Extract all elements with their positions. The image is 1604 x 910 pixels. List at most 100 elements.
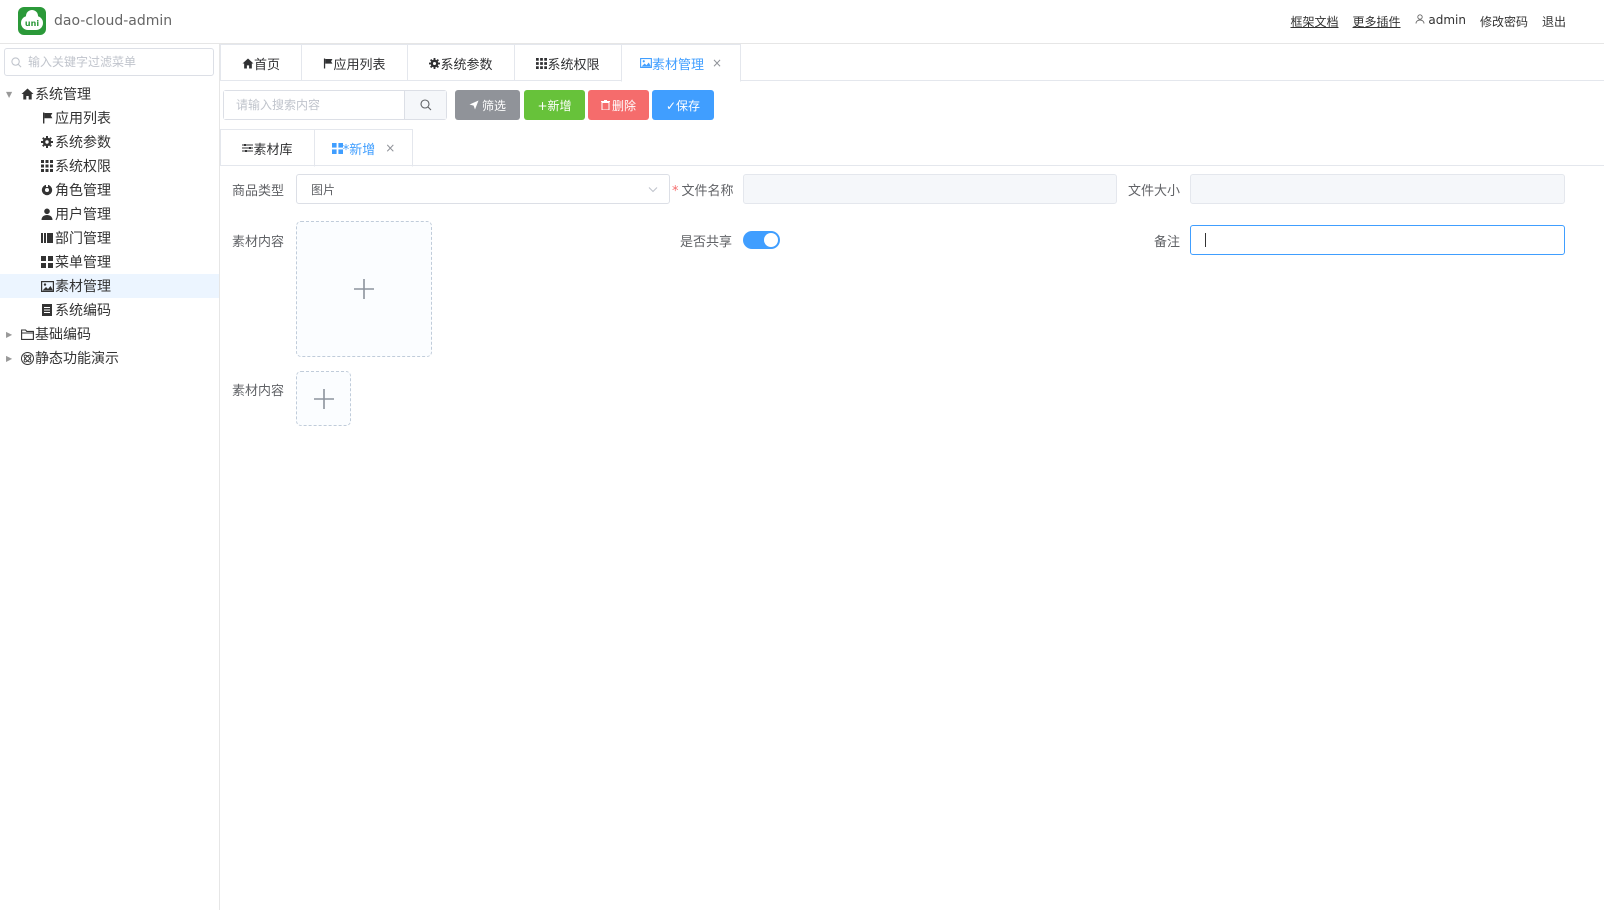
logo-text: uni xyxy=(24,18,40,28)
tab-label: 素材管理 xyxy=(651,57,704,73)
home-icon xyxy=(242,57,254,69)
tree-item-role-management[interactable]: 角色管理 xyxy=(0,178,219,202)
tab-label: 系统权限 xyxy=(547,57,600,73)
tree-item-label: 系统参数 xyxy=(55,135,111,151)
button-label: 删除 xyxy=(611,98,636,113)
search-icon xyxy=(11,56,22,67)
search-icon xyxy=(419,99,431,111)
menu-filter-box xyxy=(4,48,214,76)
tree-item-material-management[interactable]: 素材管理 xyxy=(0,274,219,298)
button-label: +新增 xyxy=(537,98,572,113)
caret-right-icon[interactable]: ▶ xyxy=(6,354,20,363)
tab-system-params[interactable]: 系统参数 xyxy=(407,44,515,81)
tree-item-system-params[interactable]: 系统参数 xyxy=(0,130,219,154)
gear-icon xyxy=(429,57,441,69)
caret-down-icon[interactable]: ▼ xyxy=(6,90,20,99)
select-value: 图片 xyxy=(311,182,336,197)
sub-tab-bar: 素材库 *新增 × xyxy=(220,129,1604,167)
tab-label: 首页 xyxy=(253,57,280,73)
text-cursor xyxy=(1205,233,1206,247)
department-icon xyxy=(40,231,54,245)
required-mark: * xyxy=(672,184,679,199)
tree-item-user-management[interactable]: 用户管理 xyxy=(0,202,219,226)
tab-material-library[interactable]: 素材库 xyxy=(220,129,315,166)
sidebar: ▼ 系统管理 应用列表 系统参数 系统权限 角色管理 用户管理 部门管理 xyxy=(0,44,220,910)
share-label: 是否共享 xyxy=(680,235,733,250)
app-title: dao-cloud-admin xyxy=(54,13,173,29)
tree-item-system-permissions[interactable]: 系统权限 xyxy=(0,154,219,178)
trash-icon xyxy=(600,100,610,110)
button-label: ✓保存 xyxy=(665,98,701,113)
tab-label: 应用列表 xyxy=(333,57,386,73)
top-links: 框架文档 更多插件 admin 修改密码 退出 xyxy=(1291,13,1567,30)
search-button[interactable] xyxy=(404,91,446,119)
tree-item-department-management[interactable]: 部门管理 xyxy=(0,226,219,250)
tree-item-app-list[interactable]: 应用列表 xyxy=(0,106,219,130)
remark-input[interactable] xyxy=(1190,225,1565,255)
cloud-logo-icon: uni xyxy=(21,10,43,30)
tab-app-list[interactable]: 应用列表 xyxy=(301,44,408,81)
tab-material-management[interactable]: 素材管理 × xyxy=(621,44,741,82)
file-name-input[interactable] xyxy=(743,174,1117,204)
filter-button[interactable]: 筛选 xyxy=(455,90,520,120)
search-input[interactable] xyxy=(224,91,404,119)
top-header: uni dao-cloud-admin 框架文档 更多插件 admin 修改密码… xyxy=(0,0,1604,44)
close-icon[interactable]: × xyxy=(385,141,395,155)
chevron-down-icon xyxy=(648,187,658,193)
doc-icon xyxy=(40,303,54,317)
tab-system-permissions[interactable]: 系统权限 xyxy=(514,44,622,81)
grid-icon xyxy=(331,142,343,154)
send-icon xyxy=(469,100,479,110)
search-box xyxy=(223,90,447,120)
change-password-link[interactable]: 修改密码 xyxy=(1480,13,1528,30)
logout-link[interactable]: 退出 xyxy=(1542,13,1566,30)
tree-item-system-management[interactable]: ▼ 系统管理 xyxy=(0,82,219,106)
tab-label: 系统参数 xyxy=(440,57,493,73)
material-content-label: 素材内容 xyxy=(232,235,285,250)
close-icon[interactable]: × xyxy=(712,56,722,70)
tree-item-label: 系统管理 xyxy=(35,87,91,103)
tree-item-label: 基础编码 xyxy=(35,327,91,343)
grid-icon xyxy=(536,57,548,69)
menu-grid-icon xyxy=(40,255,54,269)
file-name-label-text: 文件名称 xyxy=(681,184,734,199)
image-icon xyxy=(40,279,54,293)
product-type-select[interactable]: 图片 xyxy=(296,174,670,204)
tree-item-label: 素材管理 xyxy=(55,279,111,295)
menu-filter-input[interactable] xyxy=(28,55,208,69)
tab-home[interactable]: 首页 xyxy=(220,44,302,81)
tree-item-label: 角色管理 xyxy=(55,183,111,199)
add-button[interactable]: +新增 xyxy=(524,90,585,120)
tree-item-base-code[interactable]: ▶ 基础编码 xyxy=(0,322,219,346)
main-tab-bar: 首页 应用列表 系统参数 系统权限 素材管理 × xyxy=(220,44,1604,82)
user-icon xyxy=(1415,14,1424,24)
file-size-input[interactable] xyxy=(1190,174,1565,204)
tree-item-label: 应用列表 xyxy=(55,111,111,127)
caret-right-icon[interactable]: ▶ xyxy=(6,330,20,339)
user-menu[interactable]: admin xyxy=(1415,13,1466,30)
file-name-label: * 文件名称 xyxy=(672,180,734,199)
atom-icon xyxy=(20,351,34,365)
gear-icon xyxy=(40,135,54,149)
tree-item-label: 菜单管理 xyxy=(55,255,111,271)
menu-tree: ▼ 系统管理 应用列表 系统参数 系统权限 角色管理 用户管理 部门管理 菜单管… xyxy=(0,82,219,370)
image-uploader[interactable] xyxy=(296,221,432,357)
save-button[interactable]: ✓保存 xyxy=(652,90,714,120)
tree-item-label: 部门管理 xyxy=(55,231,111,247)
app-logo[interactable]: uni xyxy=(18,7,46,35)
flag-icon xyxy=(40,111,54,125)
delete-button[interactable]: 删除 xyxy=(588,90,649,120)
tab-new[interactable]: *新增 × xyxy=(314,129,413,167)
tree-item-static-demo[interactable]: ▶ 静态功能演示 xyxy=(0,346,219,370)
share-toggle[interactable] xyxy=(743,231,780,249)
file-uploader[interactable] xyxy=(296,371,351,426)
tab-label: *新增 xyxy=(342,142,376,158)
image-icon xyxy=(640,58,652,68)
grid-icon xyxy=(40,159,54,173)
username: admin xyxy=(1428,13,1466,27)
tree-item-system-code[interactable]: 系统编码 xyxy=(0,298,219,322)
user-icon xyxy=(40,207,54,221)
tree-item-menu-management[interactable]: 菜单管理 xyxy=(0,250,219,274)
docs-link[interactable]: 框架文档 xyxy=(1291,13,1339,30)
plugins-link[interactable]: 更多插件 xyxy=(1353,13,1401,30)
